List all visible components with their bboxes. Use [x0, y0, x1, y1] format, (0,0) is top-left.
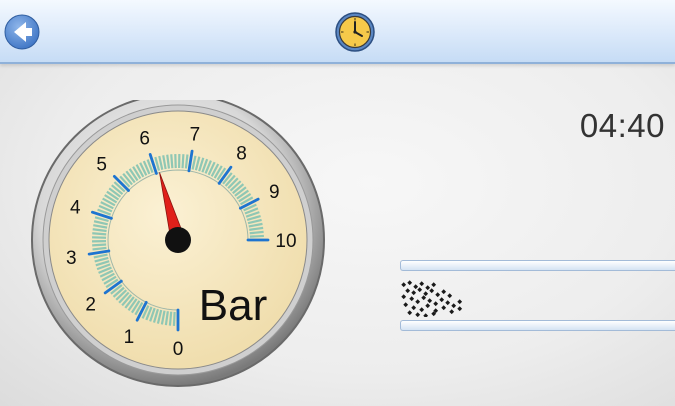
gauge-minor-tick: [170, 154, 174, 169]
gauge-minor-tick: [92, 232, 107, 236]
clock-icon: [335, 12, 375, 52]
gauge-minor-tick: [92, 246, 107, 251]
gauge-minor-tick: [184, 154, 189, 169]
pressure-gauge: 0 1 2 3 4 5 6 7 8 9 10 Bar: [31, 100, 325, 387]
gauge-tick-label: 10: [275, 231, 296, 252]
gauge-unit-label: Bar: [199, 281, 267, 330]
status-bar-bottom: [400, 320, 675, 331]
gauge-tick-label: 9: [269, 182, 280, 203]
back-arrow-icon: [4, 14, 40, 50]
gauge-minor-tick: [249, 230, 264, 235]
gauge-tick-label: 8: [236, 144, 247, 165]
gauge-tick-label: 3: [66, 248, 77, 269]
gauge-minor-tick: [172, 311, 176, 326]
gauge-tick-label: 5: [96, 155, 107, 176]
status-bar-top: [400, 260, 675, 271]
gauge-needle-hub: [165, 227, 191, 253]
top-bar: [0, 0, 675, 64]
gauge-minor-tick: [181, 154, 185, 169]
gauge-tick-label: 6: [139, 128, 150, 149]
gauge-tick-label: 0: [173, 339, 184, 360]
gauge-minor-tick: [168, 311, 173, 326]
gauge-tick-label: 7: [190, 124, 201, 145]
gauge-tick-label: 4: [70, 198, 81, 219]
gauge-minor-tick: [249, 234, 264, 238]
gauge-tick-label: 1: [124, 327, 135, 348]
time-display: 04:40: [579, 107, 665, 144]
screen: 04:40 0 1 2 3 4 5 6 7 8 9 10 Bar: [0, 0, 675, 406]
gauge-minor-tick: [92, 243, 107, 247]
pattern-indicator-icon: [401, 280, 463, 317]
clock-button[interactable]: [334, 11, 376, 53]
back-button[interactable]: [2, 12, 42, 52]
gauge-tick-label: 2: [85, 294, 96, 315]
